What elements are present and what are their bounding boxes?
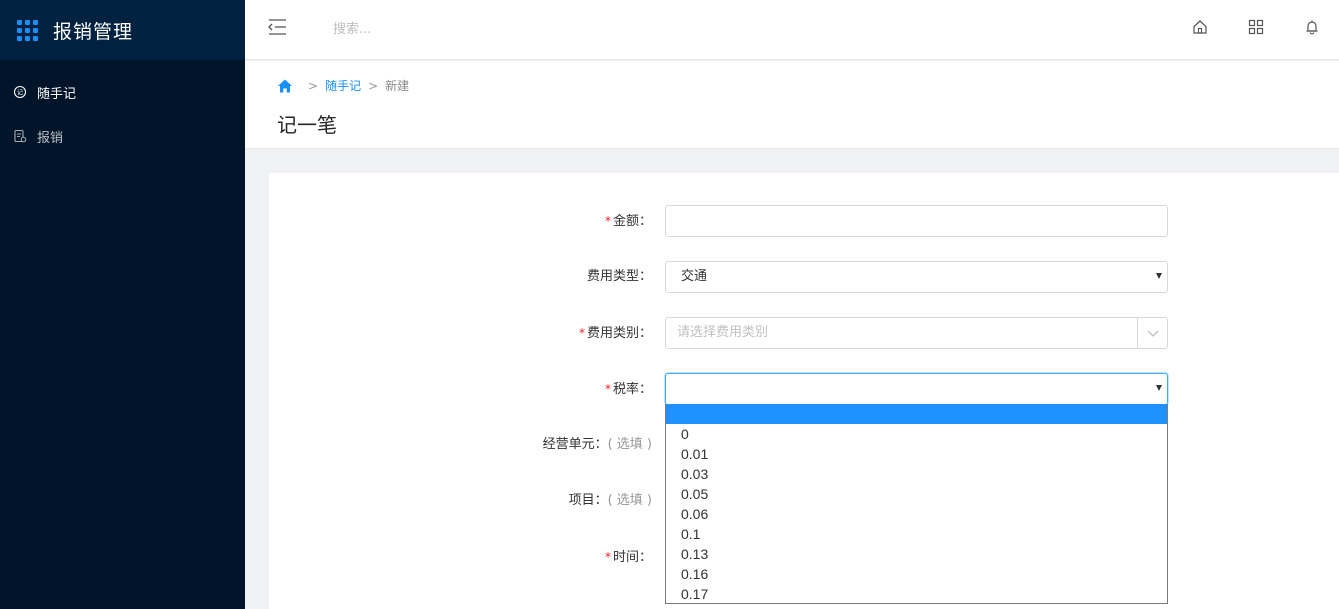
project-label: 项目：( 选填 ) [568,493,652,508]
dropdown-option[interactable]: 0.1 [666,524,1167,544]
topbar [245,0,1339,60]
dropdown-option[interactable]: 0.06 [666,504,1167,524]
required-mark: * [578,326,585,340]
expense-category-placeholder: 请选择费用类别 [677,325,769,340]
breadcrumb-current: 新建 [385,79,410,93]
expense-category-label: * 费用类别： [578,326,652,341]
expense-type-value: 交通 [681,269,708,284]
search-input[interactable] [333,16,633,42]
home-icon[interactable] [277,78,293,94]
page-header: > 随手记 > 新建 记一笔 [245,61,1339,149]
time-row: * 时间： [420,541,652,573]
sidebar-item-reimburse[interactable]: 报销 [0,114,245,158]
breadcrumb-separator: > [368,78,379,93]
expense-type-select[interactable]: 交通 [665,261,1168,293]
dropdown-option[interactable]: 0.03 [666,464,1167,484]
home-icon[interactable] [1191,18,1209,36]
amount-row: * 金额： [420,205,652,237]
required-mark: * [604,382,611,396]
dropdown-option[interactable]: 0.13 [666,544,1167,564]
memo-icon: 记 [13,85,27,99]
caret-down-icon [1156,273,1162,279]
required-mark: * [604,550,611,564]
breadcrumb-link-memo[interactable]: 随手记 [325,77,361,94]
breadcrumb-separator: > [308,78,319,93]
sidebar-item-label: 报销 [37,130,64,146]
amount-label: * 金额： [604,214,652,229]
sidebar-item-label: 随手记 [37,86,77,102]
tax-rate-select[interactable] [665,373,1168,405]
expense-type-label: 费用类型： [586,269,652,284]
expense-type-row: 费用类型： [420,261,652,293]
business-unit-label: 经营单元：( 选填 ) [542,437,652,452]
dropdown-option[interactable] [666,404,1167,424]
document-icon [13,129,27,143]
menu-fold-icon[interactable] [267,18,287,36]
chevron-down-icon[interactable] [1137,318,1167,348]
dropdown-option[interactable]: 0.05 [666,484,1167,504]
dropdown-option[interactable]: 0.17 [666,584,1167,604]
expense-category-row: * 费用类别： [420,317,652,349]
sidebar-item-memo[interactable]: 记 随手记 [0,70,245,114]
tax-rate-label: * 税率： [604,382,652,397]
time-label: * 时间： [604,550,652,565]
bell-icon[interactable] [1303,18,1321,36]
expense-category-cascader[interactable]: 请选择费用类别 [665,317,1168,349]
optional-hint: ( 选填 ) [607,493,652,508]
business-unit-row: 经营单元：( 选填 ) [420,429,652,461]
project-row: 项目：( 选填 ) [420,485,652,517]
dropdown-option[interactable]: 0 [666,424,1167,444]
optional-hint: ( 选填 ) [607,437,652,452]
brand: 报销管理 [0,0,245,60]
dropdown-option[interactable]: 0.01 [666,444,1167,464]
tax-rate-row: * 税率： [420,373,652,405]
required-mark: * [604,214,611,228]
amount-input[interactable] [666,206,1167,236]
apps-icon[interactable] [1247,18,1265,36]
svg-text:记: 记 [17,90,23,97]
sidebar: 报销管理 记 随手记 报销 [0,0,245,609]
page-title: 记一笔 [277,113,337,137]
caret-down-icon [1156,385,1162,391]
tax-rate-dropdown: 0 0.01 0.03 0.05 0.06 0.1 0.13 0.16 0.17 [665,404,1168,604]
amount-field[interactable] [665,205,1168,237]
app-title: 报销管理 [53,20,134,43]
breadcrumb: > 随手记 > 新建 [277,77,409,94]
app-grid-icon [17,19,38,41]
dropdown-option[interactable]: 0.16 [666,564,1167,584]
